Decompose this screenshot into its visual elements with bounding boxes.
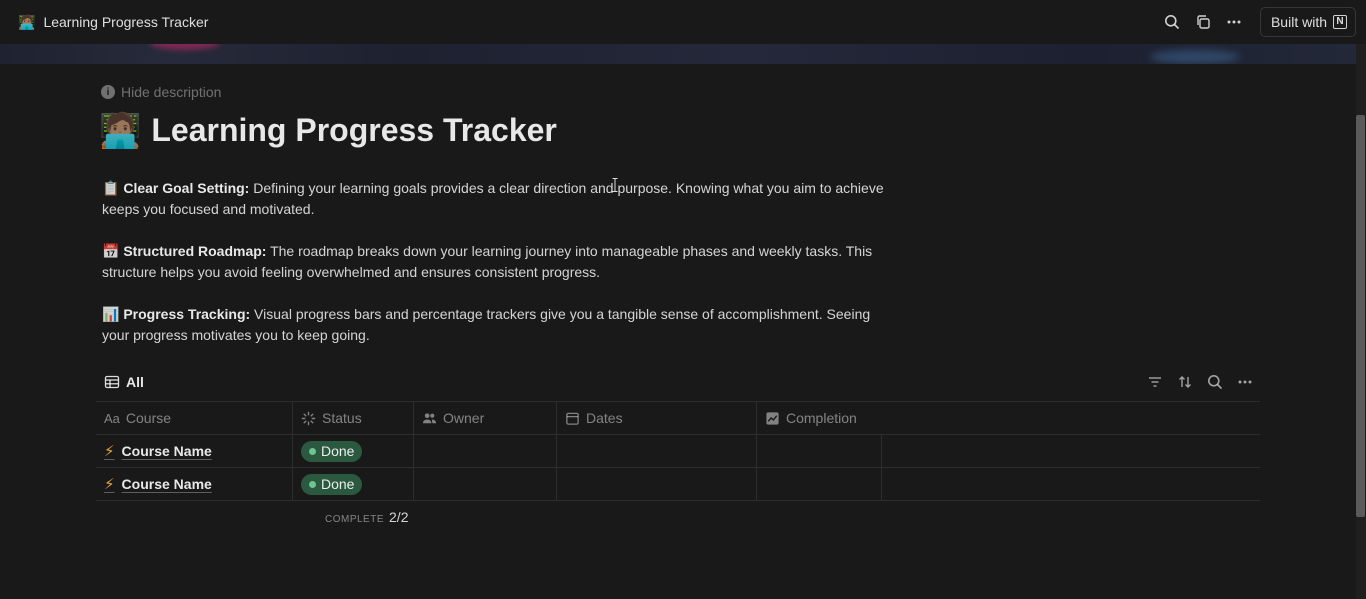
- course-cell[interactable]: ⚡ Course Name: [96, 468, 293, 500]
- table-row[interactable]: ⚡ Course Name Done: [96, 468, 1260, 501]
- course-name: Course Name: [121, 443, 212, 459]
- empty-cell: [882, 468, 1260, 500]
- course-name: Course Name: [121, 476, 212, 492]
- calculation-value: 2/2: [389, 509, 409, 525]
- status-label: Done: [321, 443, 355, 459]
- table-row[interactable]: ⚡ Course Name Done: [96, 435, 1260, 468]
- built-with-notion-button[interactable]: Built with N: [1259, 7, 1356, 37]
- empty-cell: [882, 435, 1260, 467]
- page-description: 📋 Clear Goal Setting: Defining your lear…: [102, 178, 892, 367]
- hide-description-label: Hide description: [121, 84, 222, 100]
- column-header-label: Dates: [586, 410, 623, 426]
- database-table: Aa Course Status Owner Dates Completion …: [96, 401, 1260, 501]
- status-badge: Done: [301, 440, 363, 462]
- info-icon: i: [101, 85, 115, 99]
- sort-icon[interactable]: [1170, 368, 1200, 396]
- course-link[interactable]: ⚡ Course Name: [104, 442, 212, 460]
- status-dot-icon: [309, 480, 316, 488]
- view-tab-all[interactable]: All: [96, 374, 152, 390]
- search-icon[interactable]: [1157, 8, 1188, 36]
- dates-cell[interactable]: [557, 468, 757, 500]
- clipboard-icon: 📋: [102, 180, 120, 196]
- column-header-label: Completion: [786, 410, 857, 426]
- breadcrumb[interactable]: 🧑🏽‍💻 Learning Progress Tracker: [18, 14, 208, 31]
- people-icon: [422, 412, 437, 423]
- chart-icon: [766, 411, 779, 425]
- hide-description-button[interactable]: i Hide description: [101, 84, 221, 100]
- column-header-label: Course: [125, 410, 172, 426]
- owner-cell[interactable]: [414, 468, 557, 500]
- calculation-label: COMPLETE: [325, 514, 385, 525]
- course-cell[interactable]: ⚡ Course Name: [96, 435, 293, 467]
- filter-icon[interactable]: [1140, 368, 1170, 396]
- page-emoji-icon: 🧑🏽‍💻: [18, 13, 36, 30]
- status-cell[interactable]: Done: [293, 468, 414, 500]
- status-label: Done: [321, 476, 355, 492]
- scrollbar-thumb[interactable]: [1356, 115, 1365, 517]
- column-header-dates[interactable]: Dates: [557, 402, 757, 434]
- view-tab-label: All: [126, 374, 144, 390]
- text-property-icon: Aa: [104, 410, 120, 426]
- bar-chart-icon: 📊: [102, 306, 120, 322]
- page-title-emoji-icon[interactable]: 🧑🏽‍💻: [99, 114, 141, 148]
- top-bar: 🧑🏽‍💻 Learning Progress Tracker Built wit…: [0, 0, 1366, 44]
- calendar-icon: [566, 412, 579, 425]
- description-heading: Progress Tracking:: [123, 306, 251, 322]
- description-heading: Structured Roadmap:: [123, 243, 267, 259]
- column-header-label: Status: [322, 410, 362, 426]
- dates-cell[interactable]: [557, 435, 757, 467]
- completion-cell[interactable]: [757, 468, 882, 500]
- built-with-label: Built with: [1270, 14, 1327, 30]
- table-icon: [104, 375, 120, 389]
- column-header-owner[interactable]: Owner: [414, 402, 557, 434]
- column-header-completion[interactable]: Completion: [757, 402, 1260, 434]
- calendar-icon: 📅: [102, 243, 120, 259]
- owner-cell[interactable]: [414, 435, 557, 467]
- lightning-icon: ⚡: [104, 476, 115, 493]
- column-header-label: Owner: [443, 410, 485, 426]
- description-paragraph: 📅 Structured Roadmap: The roadmap breaks…: [102, 241, 892, 283]
- more-icon[interactable]: [1230, 368, 1260, 396]
- status-icon: [301, 411, 316, 425]
- duplicate-icon[interactable]: [1188, 8, 1219, 36]
- notion-logo-icon: N: [1333, 15, 1347, 29]
- status-dot-icon: [309, 447, 316, 455]
- database-view-bar: All: [96, 368, 1260, 396]
- page-title: 🧑🏽‍💻 Learning Progress Tracker: [99, 112, 557, 149]
- breadcrumb-page-title[interactable]: Learning Progress Tracker: [43, 14, 208, 30]
- status-calculation[interactable]: COMPLETE 2/2: [325, 509, 408, 525]
- column-header-course[interactable]: Aa Course: [96, 402, 293, 434]
- lightning-icon: ⚡: [104, 443, 115, 460]
- table-header-row: Aa Course Status Owner Dates Completion: [96, 402, 1260, 435]
- description-heading: Clear Goal Setting:: [123, 180, 250, 196]
- description-paragraph: 📋 Clear Goal Setting: Defining your lear…: [102, 178, 892, 220]
- text-cursor-icon: [612, 178, 618, 192]
- more-icon[interactable]: [1219, 8, 1250, 36]
- status-badge: Done: [301, 473, 363, 495]
- course-link[interactable]: ⚡ Course Name: [104, 475, 212, 493]
- description-paragraph: 📊 Progress Tracking: Visual progress bar…: [102, 304, 892, 346]
- page-title-text: Learning Progress Tracker: [151, 112, 557, 148]
- column-header-status[interactable]: Status: [293, 402, 414, 434]
- completion-cell[interactable]: [757, 435, 882, 467]
- status-cell[interactable]: Done: [293, 435, 414, 467]
- search-icon[interactable]: [1200, 368, 1230, 396]
- cover-image: [0, 44, 1356, 64]
